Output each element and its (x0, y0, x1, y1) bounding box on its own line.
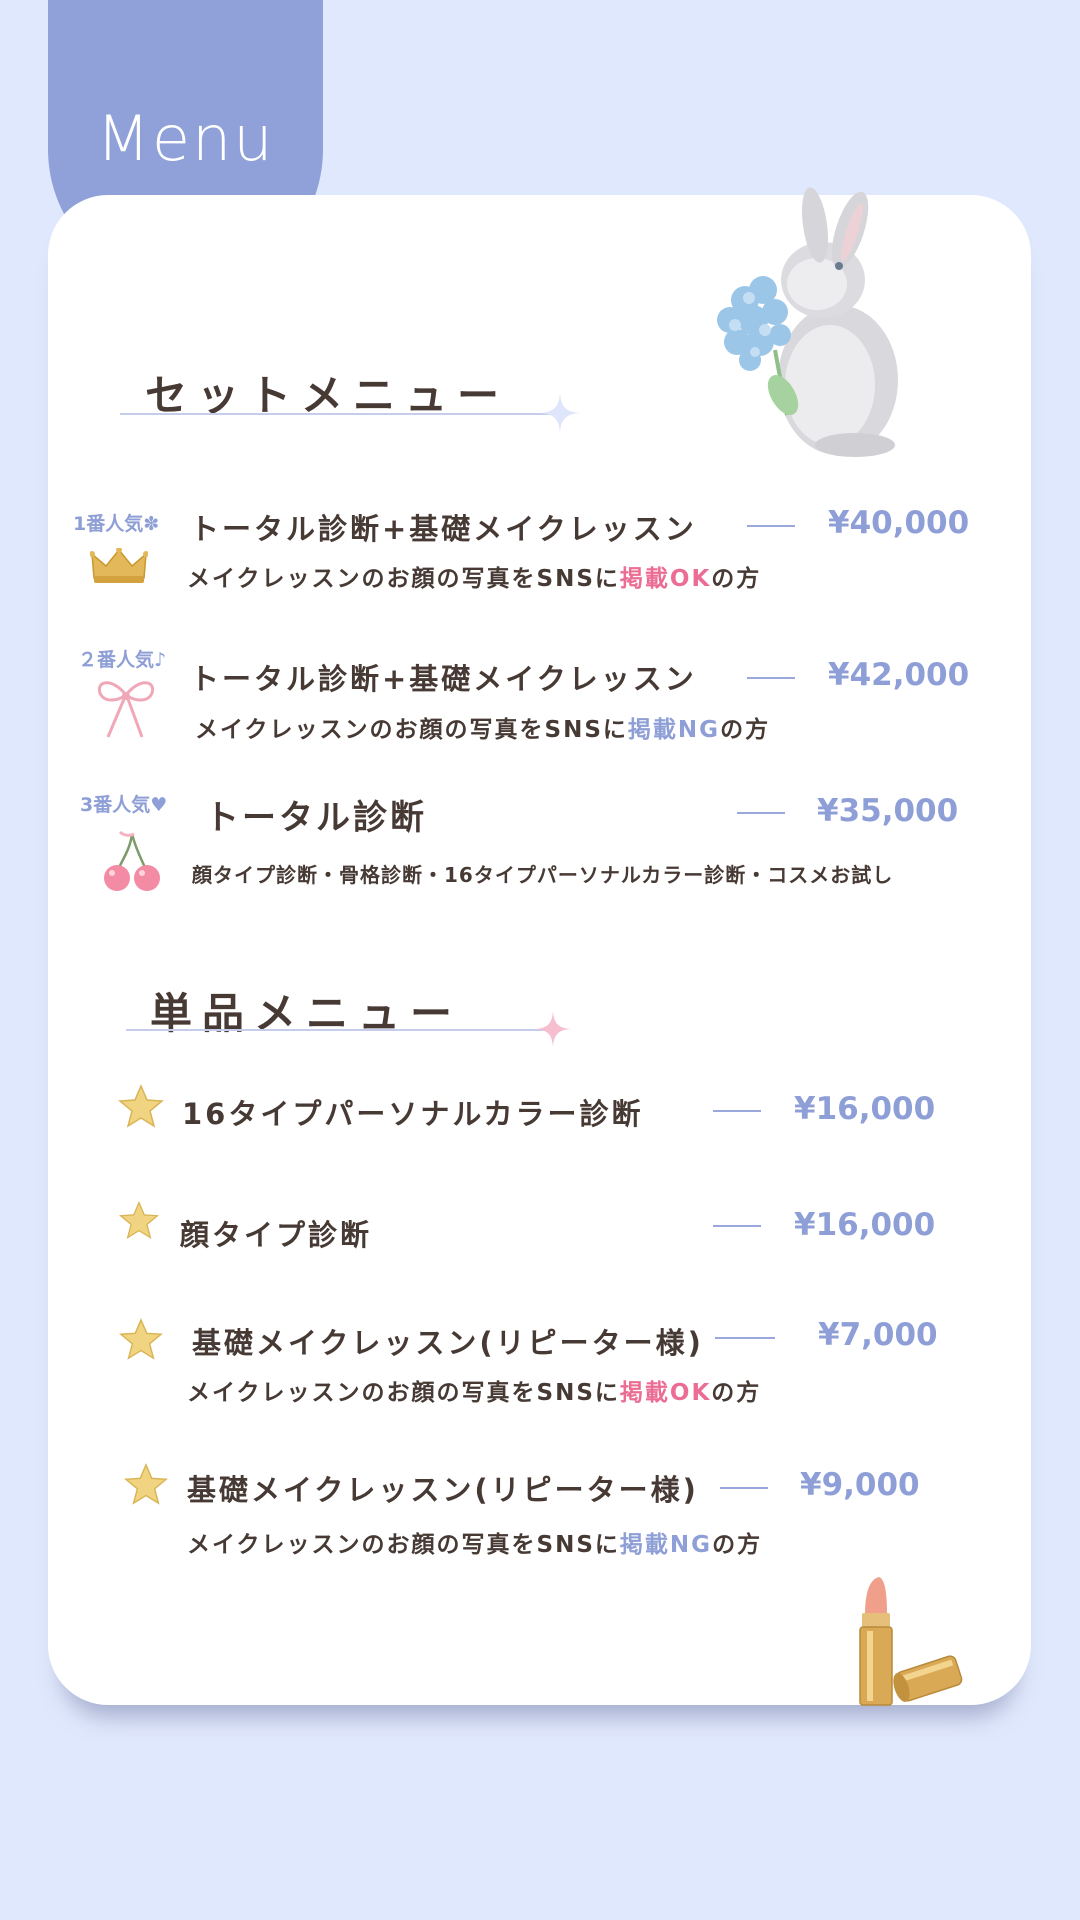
rank-label-3: 3番人気♥ (80, 794, 168, 816)
price-dash (713, 1110, 761, 1112)
lipstick-illustration (859, 1577, 963, 1706)
desc-text: メイクレッスンのお顔の写真をSNSに (187, 1532, 620, 1558)
star-icon (124, 1463, 168, 1505)
desc-suffix: の方 (711, 1380, 762, 1406)
sns-ng-flag: 掲載NG (627, 717, 721, 743)
single-menu-underline (126, 1029, 546, 1031)
price-dash (720, 1487, 768, 1489)
single-item-price-1: ¥16,000 (794, 1091, 936, 1127)
rabbit-hydrangea-illustration (717, 187, 898, 457)
price-dash (747, 525, 795, 527)
desc-suffix: の方 (720, 717, 771, 743)
set-item-price-3: ¥35,000 (817, 793, 959, 829)
single-item-desc-4: メイクレッスンのお顔の写真をSNSに掲載NGの方 (187, 1525, 762, 1559)
set-item-desc-3: 顔タイプ診断・骨格診断・16タイプパーソナルカラー診断・コスメお試し (192, 863, 894, 887)
star-icon (118, 1200, 160, 1240)
single-item-desc-3: メイクレッスンのお顔の写真をSNSに掲載OKの方 (187, 1373, 761, 1407)
single-item-price-4: ¥9,000 (800, 1467, 920, 1503)
sns-ok-flag: 掲載OK (619, 1380, 712, 1406)
set-item-price-2: ¥42,000 (828, 657, 970, 693)
rank-label-2: ２番人気♪ (78, 649, 167, 671)
star-icon (118, 1084, 164, 1128)
page-title: Menu (96, 102, 275, 175)
price-dash (747, 677, 795, 679)
sns-ng-flag: 掲載NG (619, 1532, 713, 1558)
desc-text: メイクレッスンのお顔の写真をSNSに (187, 566, 620, 592)
crown-icon (90, 548, 148, 583)
cherry-icon (104, 830, 160, 891)
desc-suffix: の方 (711, 566, 762, 592)
desc-suffix: の方 (712, 1532, 763, 1558)
single-item-name-3: 基礎メイクレッスン(リピーター様) (192, 1326, 704, 1360)
single-item-name-1: 16タイプパーソナルカラー診断 (182, 1097, 644, 1131)
rank-label-1: 1番人気✽ (73, 513, 160, 535)
set-item-desc-2: メイクレッスンのお顔の写真をSNSに掲載NGの方 (195, 710, 770, 744)
desc-text: メイクレッスンのお顔の写真をSNSに (195, 717, 628, 743)
star-icon (119, 1318, 163, 1360)
single-menu-title: 単品メニュー (150, 989, 463, 1038)
single-item-name-4: 基礎メイクレッスン(リピーター様) (187, 1473, 699, 1507)
single-item-price-2: ¥16,000 (794, 1207, 936, 1243)
price-dash (713, 1225, 761, 1227)
set-item-name-2: トータル診断+基礎メイクレッスン (190, 662, 697, 696)
set-item-name-3: トータル診断 (205, 798, 427, 838)
ribbon-icon (97, 681, 155, 738)
single-item-price-3: ¥7,000 (818, 1317, 938, 1353)
desc-text: メイクレッスンのお顔の写真をSNSに (187, 1380, 620, 1406)
set-item-desc-1: メイクレッスンのお顔の写真をSNSに掲載OKの方 (187, 559, 761, 593)
sns-ok-flag: 掲載OK (619, 566, 712, 592)
price-dash (737, 812, 785, 814)
sparkle-icon (540, 393, 580, 433)
price-dash (715, 1337, 775, 1339)
set-item-name-1: トータル診断+基礎メイクレッスン (190, 512, 697, 546)
set-menu-underline (120, 413, 550, 415)
sparkle-icon (535, 1011, 571, 1047)
single-item-name-2: 顔タイプ診断 (180, 1218, 373, 1252)
set-item-price-1: ¥40,000 (828, 505, 970, 541)
